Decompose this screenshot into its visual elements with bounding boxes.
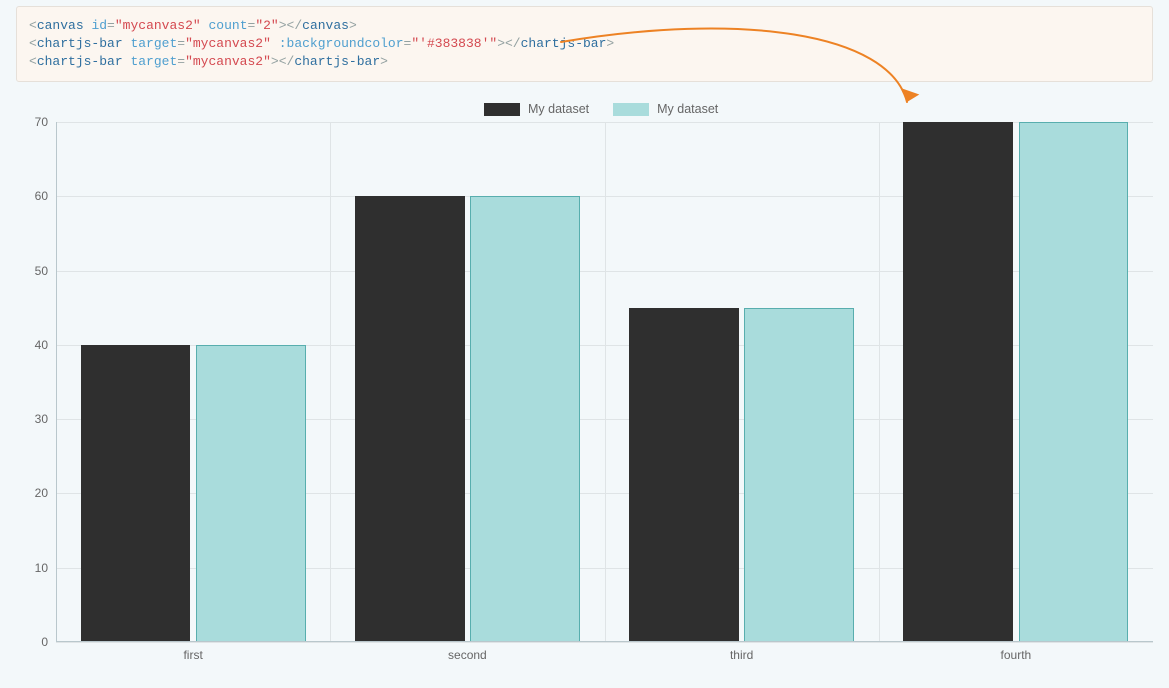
y-axis-line	[56, 122, 57, 642]
y-axis-tick-label: 50	[35, 264, 56, 278]
chart-bar	[355, 196, 465, 642]
x-axis-tick-label: second	[448, 642, 487, 662]
legend-swatch	[613, 103, 649, 116]
legend-item: My dataset	[484, 102, 589, 116]
x-axis-tick-label: fourth	[1001, 642, 1032, 662]
x-axis-tick-label: first	[183, 642, 202, 662]
y-axis-tick-label: 30	[35, 412, 56, 426]
y-axis-tick-label: 10	[35, 561, 56, 575]
chart-bar	[744, 308, 854, 642]
y-axis-tick-label: 70	[35, 115, 56, 129]
chart-bar	[629, 308, 739, 642]
gridline-vertical	[879, 122, 880, 642]
x-axis-tick-label: third	[730, 642, 753, 662]
gridline-vertical	[330, 122, 331, 642]
y-axis-tick-label: 60	[35, 189, 56, 203]
legend-item: My dataset	[613, 102, 718, 116]
legend-label: My dataset	[657, 102, 718, 116]
y-axis-tick-label: 0	[41, 635, 56, 649]
gridline-horizontal	[56, 642, 1153, 643]
code-block: <canvas id="mycanvas2" count="2"></canva…	[16, 6, 1153, 82]
y-axis-tick-label: 20	[35, 486, 56, 500]
legend-swatch	[484, 103, 520, 116]
chart-bar	[1019, 122, 1129, 642]
chart-legend: My dataset My dataset	[484, 102, 718, 116]
y-axis-tick-label: 40	[35, 338, 56, 352]
chart-plot-area: 010203040506070firstsecondthirdfourth	[56, 122, 1153, 642]
chart-bar	[470, 196, 580, 642]
x-axis-line	[56, 641, 1153, 642]
chart-bar	[81, 345, 191, 642]
legend-label: My dataset	[528, 102, 589, 116]
chart-bar	[196, 345, 306, 642]
chart-container: My datasetMy dataset 010203040506070firs…	[16, 96, 1153, 672]
chart-bar	[903, 122, 1013, 642]
gridline-vertical	[605, 122, 606, 642]
